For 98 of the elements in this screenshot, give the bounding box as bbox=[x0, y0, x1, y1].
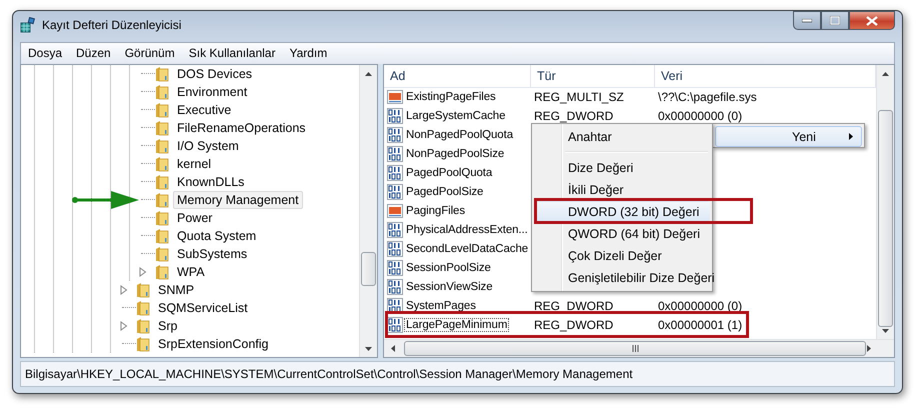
folder-icon bbox=[155, 102, 169, 118]
folder-icon bbox=[155, 210, 169, 226]
table-cell: REG_DWORD bbox=[534, 318, 614, 332]
tree-item[interactable]: SrpExtensionConfig bbox=[154, 335, 272, 354]
binary-value-icon bbox=[387, 240, 403, 257]
minimize-icon bbox=[802, 18, 812, 22]
window-title: Kayıt Defteri Düzenleyicisi bbox=[42, 18, 182, 32]
table-cell[interactable]: PagingFiles bbox=[404, 204, 467, 218]
tree-item[interactable]: SNMP bbox=[154, 281, 198, 300]
folder-icon bbox=[136, 282, 150, 298]
folder-icon bbox=[155, 174, 169, 190]
grip-icon bbox=[632, 345, 638, 352]
tree-item[interactable]: kernel bbox=[173, 155, 216, 174]
tree-item[interactable]: SQMServiceList bbox=[154, 299, 252, 318]
vertical-scrollbar[interactable] bbox=[359, 65, 377, 358]
table-cell[interactable]: SecondLevelDataCache bbox=[404, 242, 530, 256]
table-cell[interactable]: PagedPoolQuota bbox=[404, 166, 494, 180]
tree-item[interactable]: SubSystems bbox=[173, 245, 252, 264]
tree-item[interactable]: Srp bbox=[154, 317, 182, 336]
menu-item[interactable]: Dize Değeri bbox=[534, 157, 710, 179]
menu-item[interactable]: Yardım bbox=[282, 46, 334, 60]
tree-item[interactable]: Power bbox=[173, 209, 216, 228]
folder-icon bbox=[155, 120, 169, 136]
folder-icon bbox=[155, 192, 169, 208]
scroll-left-icon[interactable] bbox=[390, 345, 394, 352]
binary-value-icon bbox=[387, 184, 403, 200]
scroll-up-icon[interactable] bbox=[365, 72, 372, 76]
binary-value-icon bbox=[387, 108, 403, 124]
menu-item[interactable]: Anahtar bbox=[534, 126, 710, 148]
registry-path: Bilgisayar\HKEY_LOCAL_MACHINE\SYSTEM\CurrentControlSet\Control\Session Manager\Memory Management bbox=[25, 367, 633, 382]
tree-item[interactable]: I/O System bbox=[173, 137, 243, 156]
tree-item[interactable]: Memory Management bbox=[173, 191, 303, 210]
menu-item[interactable]: Çok Dizeli Değer bbox=[534, 245, 710, 267]
table-cell: 0x00000000 (0) bbox=[658, 108, 742, 123]
table-cell[interactable]: PagedPoolSize bbox=[404, 184, 486, 199]
scroll-down-icon[interactable] bbox=[365, 346, 372, 351]
tree-item[interactable]: KnownDLLs bbox=[173, 173, 248, 192]
table-cell: REG_DWORD bbox=[534, 108, 614, 123]
binary-value-icon bbox=[387, 146, 403, 162]
table-cell[interactable]: PhysicalAddressExten... bbox=[404, 222, 530, 237]
table-cell[interactable]: LargeSystemCache bbox=[404, 108, 508, 123]
menu-item[interactable]: Görünüm bbox=[118, 46, 182, 60]
tree-item[interactable]: FileRenameOperations bbox=[173, 119, 310, 138]
tree-item[interactable]: Quota System bbox=[173, 227, 260, 246]
folder-icon bbox=[155, 156, 169, 172]
table-cell[interactable]: SessionPoolSize bbox=[404, 260, 493, 275]
scroll-thumb[interactable] bbox=[404, 341, 866, 356]
table-cell[interactable]: NonPagedPoolQuota bbox=[404, 128, 515, 142]
menu-item[interactable]: Sık Kullanılanlar bbox=[182, 46, 282, 60]
tree-item[interactable]: DOS Devices bbox=[173, 65, 256, 84]
table-cell: REG_DWORD bbox=[534, 298, 614, 313]
folder-icon bbox=[155, 246, 169, 262]
folder-icon bbox=[155, 66, 169, 82]
menu-item[interactable]: Yeni bbox=[715, 126, 862, 147]
table-cell: \??\C:\pagefile.sys bbox=[658, 90, 757, 104]
folder-icon bbox=[155, 138, 169, 154]
table-cell[interactable]: NonPagedPoolSize bbox=[404, 146, 506, 161]
submenu-arrow-icon bbox=[849, 133, 853, 140]
table-cell[interactable]: SessionViewSize bbox=[404, 280, 495, 294]
registry-cubes-icon bbox=[20, 17, 36, 34]
table-cell[interactable]: LargePageMinimum bbox=[404, 318, 510, 332]
table-cell: 0x00000001 (1) bbox=[658, 318, 742, 332]
string-value-icon bbox=[387, 88, 403, 105]
maximize-button[interactable] bbox=[821, 11, 849, 30]
horizontal-scrollbar[interactable] bbox=[384, 339, 894, 358]
table-cell[interactable]: ExistingPageFiles bbox=[404, 90, 498, 104]
menu-item[interactable]: QWORD (64 bit) Değeri bbox=[534, 223, 710, 245]
binary-value-icon bbox=[387, 164, 403, 181]
column-header[interactable]: Tür bbox=[531, 65, 655, 88]
folder-icon bbox=[136, 318, 150, 334]
menu-item[interactable]: İkili Değer bbox=[534, 179, 710, 201]
scroll-thumb[interactable] bbox=[878, 110, 893, 328]
tree-item[interactable]: Environment bbox=[173, 83, 252, 102]
binary-value-icon bbox=[387, 316, 403, 333]
menu-item[interactable]: Düzen bbox=[69, 46, 118, 60]
minimize-button[interactable] bbox=[793, 11, 821, 30]
scroll-thumb[interactable] bbox=[361, 252, 376, 286]
column-header[interactable]: Ad bbox=[384, 65, 531, 88]
maximize-icon bbox=[830, 16, 840, 25]
string-value-icon bbox=[387, 202, 403, 219]
tree-item[interactable]: Executive bbox=[173, 101, 236, 120]
scroll-up-icon[interactable] bbox=[882, 72, 889, 76]
table-cell[interactable]: SystemPages bbox=[404, 298, 478, 313]
binary-value-icon bbox=[387, 126, 403, 143]
folder-icon bbox=[136, 300, 150, 316]
binary-value-icon bbox=[387, 222, 403, 238]
folder-icon bbox=[155, 264, 169, 280]
close-icon bbox=[866, 16, 878, 26]
tree-item[interactable]: WPA bbox=[173, 263, 209, 282]
folder-icon bbox=[155, 228, 169, 244]
binary-value-icon bbox=[387, 278, 403, 295]
folder-icon bbox=[155, 84, 169, 100]
menu-item[interactable]: Dosya bbox=[21, 46, 70, 60]
table-cell: REG_MULTI_SZ bbox=[534, 90, 624, 104]
binary-value-icon bbox=[387, 260, 403, 276]
vertical-scrollbar[interactable] bbox=[876, 65, 894, 340]
folder-icon bbox=[136, 336, 150, 352]
close-button[interactable] bbox=[849, 11, 895, 30]
